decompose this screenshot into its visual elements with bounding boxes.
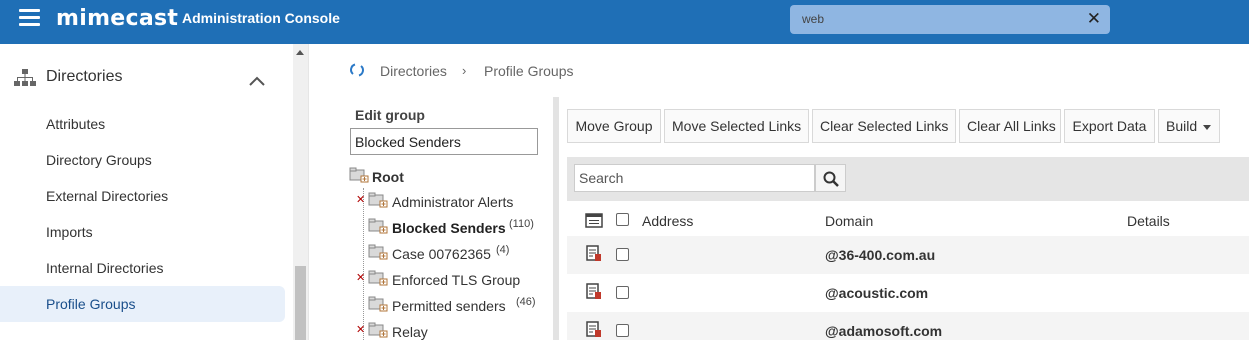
row-checkbox[interactable] <box>616 286 629 299</box>
build-dropdown[interactable]: Build <box>1158 109 1220 143</box>
brand-logo[interactable]: mimecast <box>56 6 178 31</box>
document-edit-icon[interactable] <box>586 321 602 340</box>
folder-icon <box>368 192 388 211</box>
tree-node-count: (46) <box>516 296 536 308</box>
row-domain: @adamosoft.com <box>825 323 943 339</box>
tree-node-count: (110) <box>509 218 534 230</box>
folder-icon <box>368 218 388 237</box>
clear-all-links-button[interactable]: Clear All Links <box>959 109 1061 143</box>
tree-node-administrator-alerts[interactable]: ✕ Administrator Alerts <box>349 190 549 212</box>
sidebar: Directories Attributes Directory Groups … <box>0 44 293 340</box>
move-selected-links-button[interactable]: Move Selected Links <box>664 109 809 143</box>
row-checkbox[interactable] <box>616 248 629 261</box>
folder-icon <box>349 167 369 186</box>
grid-header: Address Domain Details <box>567 206 1249 236</box>
column-chooser-icon[interactable] <box>585 213 603 231</box>
row-domain: @acoustic.com <box>825 285 929 301</box>
clear-selected-links-button[interactable]: Clear Selected Links <box>812 109 956 143</box>
sidebar-item-directory-groups[interactable]: Directory Groups <box>0 142 285 178</box>
column-details[interactable]: Details <box>1127 213 1170 229</box>
tree-node-label: Case 00762365 <box>392 246 491 262</box>
column-address[interactable]: Address <box>642 213 693 229</box>
caret-down-icon <box>1203 124 1212 130</box>
excluded-x-icon: ✕ <box>356 272 366 284</box>
hierarchy-icon <box>14 69 36 92</box>
tree-node-relay[interactable]: ✕ Relay <box>349 320 549 340</box>
table-row[interactable]: @acoustic.com <box>567 274 1249 312</box>
table-row[interactable]: @adamosoft.com <box>567 312 1249 340</box>
tree-node-enforced-tls-group[interactable]: ✕ Enforced TLS Group <box>349 268 549 290</box>
search-button[interactable] <box>815 164 846 192</box>
grid-search-bar <box>567 157 1249 201</box>
breadcrumb-directories[interactable]: Directories <box>380 63 447 79</box>
document-edit-icon[interactable] <box>586 245 602 265</box>
tree-node-label: Enforced TLS Group <box>392 272 521 288</box>
tree-node-label: Permitted senders <box>392 298 506 314</box>
select-all-checkbox[interactable] <box>616 213 629 226</box>
breadcrumb-profile-groups: Profile Groups <box>484 63 574 79</box>
breadcrumb-separator: › <box>462 63 467 78</box>
refresh-icon[interactable] <box>350 63 364 80</box>
folder-icon <box>368 244 388 263</box>
divider <box>308 44 309 340</box>
tree-node-count: (4) <box>496 244 510 256</box>
sidebar-item-profile-groups[interactable]: Profile Groups <box>0 286 285 322</box>
row-checkbox[interactable] <box>616 324 629 337</box>
document-edit-icon[interactable] <box>586 283 602 303</box>
global-search-value[interactable]: web <box>802 12 824 26</box>
sidebar-section-label: Directories <box>46 68 123 85</box>
tree-node-case-00762365[interactable]: Case 00762365 (4) <box>349 242 549 264</box>
excluded-x-icon: ✕ <box>356 324 366 336</box>
console-title: Administration Console <box>182 10 340 26</box>
edit-group-label: Edit group <box>355 107 425 123</box>
tree-node-label: Relay <box>392 324 428 340</box>
row-domain: @36-400.com.au <box>825 247 936 263</box>
build-label: Build <box>1166 118 1198 134</box>
tree-root[interactable]: Root <box>349 165 549 187</box>
folder-icon <box>368 296 388 315</box>
global-search[interactable]: web ✕ <box>790 5 1110 34</box>
sidebar-item-internal-directories[interactable]: Internal Directories <box>0 250 285 286</box>
column-domain[interactable]: Domain <box>825 213 873 229</box>
tree-node-permitted-senders[interactable]: Permitted senders (46) <box>349 294 549 316</box>
sidebar-scrollbar[interactable] <box>293 44 308 340</box>
search-icon <box>823 171 839 187</box>
menu-icon[interactable] <box>19 9 40 27</box>
top-bar: mimecast Administration Console web ✕ <box>0 0 1249 44</box>
sidebar-item-attributes[interactable]: Attributes <box>0 106 285 142</box>
tree-node-label: Blocked Senders <box>392 220 506 236</box>
tree-node-label: Administrator Alerts <box>392 194 514 210</box>
scrollbar-thumb[interactable] <box>295 266 306 340</box>
sidebar-item-imports[interactable]: Imports <box>0 214 285 250</box>
table-row[interactable]: @36-400.com.au <box>567 236 1249 274</box>
folder-icon <box>368 322 388 340</box>
move-group-button[interactable]: Move Group <box>567 109 661 143</box>
tree-node-blocked-senders[interactable]: Blocked Senders (110) <box>349 216 554 238</box>
sidebar-section-directories[interactable]: Directories <box>0 61 293 95</box>
chevron-up-icon[interactable] <box>249 73 265 91</box>
sidebar-item-external-directories[interactable]: External Directories <box>0 178 285 214</box>
excluded-x-icon: ✕ <box>356 194 366 206</box>
close-icon[interactable]: ✕ <box>1087 9 1101 29</box>
scroll-up-arrow-icon[interactable] <box>296 50 304 55</box>
edit-group-input[interactable] <box>350 128 538 155</box>
grid-search-input[interactable] <box>574 164 815 192</box>
panel-splitter[interactable] <box>553 97 559 340</box>
folder-icon <box>368 270 388 289</box>
tree-root-label: Root <box>372 169 404 185</box>
export-data-button[interactable]: Export Data <box>1064 109 1155 143</box>
